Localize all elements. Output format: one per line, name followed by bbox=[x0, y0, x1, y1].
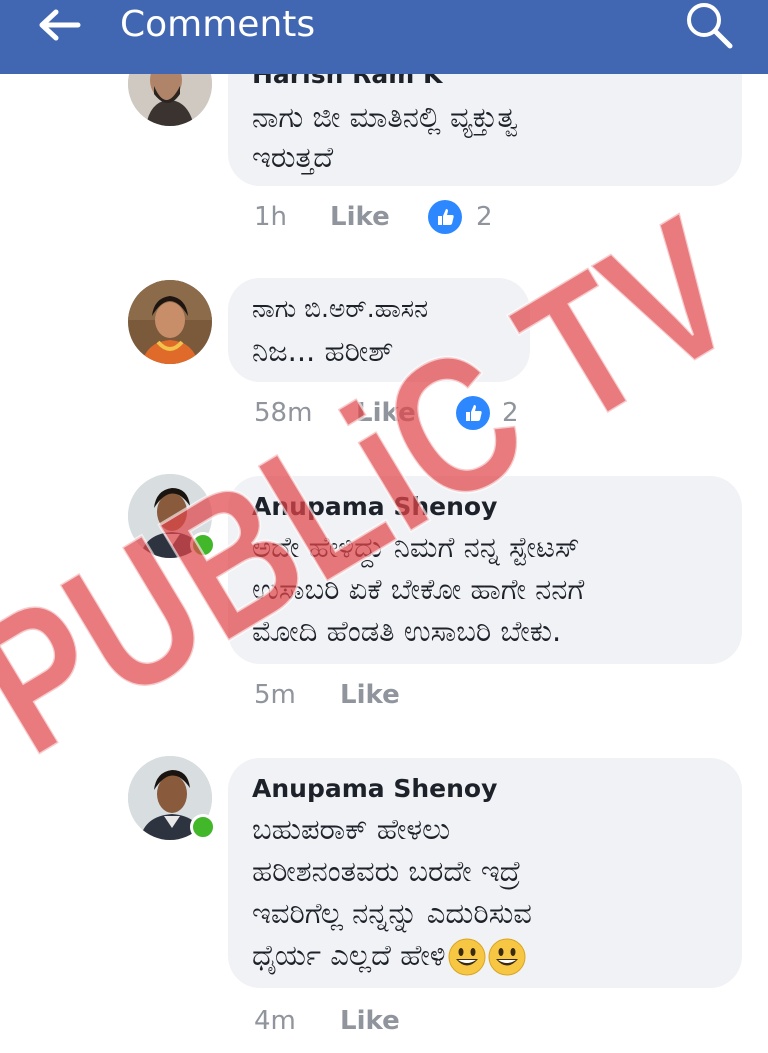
like-button[interactable]: Like bbox=[330, 202, 390, 232]
comment-text-line: ಅದೇ ಹೇಳಿದ್ದು ನಿಮಗೆ ನನ್ನ ಸ್ಟೇಟಸ್ bbox=[252, 530, 580, 564]
comment-author[interactable]: ನಾಗು ಬಿ.ಅರ್.ಹಾಸನ bbox=[252, 294, 428, 324]
comment-text-line: ಮೋದಿ ಹೆಂಡತಿ ಉಸಾಬರಿ ಬೇಕು. bbox=[252, 614, 562, 648]
like-button[interactable]: Like bbox=[340, 680, 400, 710]
comment-bubble: Anupama Shenoy ಅದೇ ಹೇಳಿದ್ದು ನಿಮಗೆ ನನ್ನ ಸ… bbox=[228, 476, 742, 664]
comment-author[interactable]: Anupama Shenoy bbox=[252, 492, 497, 521]
page-title: Comments bbox=[120, 4, 316, 45]
like-reaction-icon[interactable] bbox=[428, 200, 462, 234]
comment-text: ಧೈರ್ಯ ಎಲ್ಲದೆ ಹೇಳಿ bbox=[252, 938, 446, 972]
top-app-bar: Comments bbox=[0, 0, 768, 74]
back-arrow-icon[interactable] bbox=[38, 8, 82, 42]
comment-text-line: ಇವರಿಗೆಲ್ಲ ನನ್ನನ್ನು ಎದುರಿಸುವ bbox=[252, 896, 532, 930]
reaction-count[interactable]: 2 bbox=[502, 398, 519, 428]
comment-text-line: ಬಹುಪರಾಕ್ ಹೇಳಲು bbox=[252, 812, 451, 846]
comment-text-line: ನಾಗು ಜೀ ಮಾತಿನಲ್ಲಿ ವ್ಯಕ್ತುತ್ವ bbox=[252, 100, 518, 134]
online-status-indicator bbox=[190, 532, 216, 558]
grinning-emoji-icon bbox=[448, 938, 486, 976]
like-button[interactable]: Like bbox=[356, 398, 416, 428]
comment-timestamp: 58m bbox=[254, 398, 313, 428]
online-status-indicator bbox=[190, 814, 216, 840]
comment-text-line: ಉಸಾಬರಿ ಏಕೆ ಬೇಕೋ ಹಾಗೇ ನನಗೆ bbox=[252, 572, 585, 606]
grinning-emoji-icon bbox=[488, 938, 526, 976]
comment-author[interactable]: Anupama Shenoy bbox=[252, 774, 497, 803]
search-icon[interactable] bbox=[680, 0, 736, 50]
comments-feed: Harish Ram K ನಾಗು ಜೀ ಮಾತಿನಲ್ಲಿ ವ್ಯಕ್ತುತ್… bbox=[0, 0, 768, 1053]
comment-timestamp: 1h bbox=[254, 202, 288, 232]
comment-bubble: Anupama Shenoy ಬಹುಪರಾಕ್ ಹೇಳಲು ಹರೀಶನಂತವರು… bbox=[228, 758, 742, 988]
like-button[interactable]: Like bbox=[340, 1006, 400, 1036]
like-reaction-icon[interactable] bbox=[456, 396, 490, 430]
comment-text-line-with-emoji: ಧೈರ್ಯ ಎಲ್ಲದೆ ಹೇಳಿ bbox=[252, 938, 526, 976]
comment-timestamp: 4m bbox=[254, 1006, 296, 1036]
reaction-count[interactable]: 2 bbox=[476, 202, 493, 232]
comment-text-line: ಇರುತ್ತದೆ bbox=[252, 140, 334, 174]
comment-timestamp: 5m bbox=[254, 680, 296, 710]
avatar[interactable] bbox=[128, 280, 212, 364]
comment-text-line: ಹರೀಶನಂತವರು ಬರದೇ ಇದ್ರೆ bbox=[252, 854, 521, 888]
comment-text-line: ನಿಜ... ಹರೀಶ್ bbox=[252, 334, 394, 368]
comment-bubble: ನಾಗು ಬಿ.ಅರ್.ಹಾಸನ ನಿಜ... ಹರೀಶ್ bbox=[228, 278, 530, 382]
